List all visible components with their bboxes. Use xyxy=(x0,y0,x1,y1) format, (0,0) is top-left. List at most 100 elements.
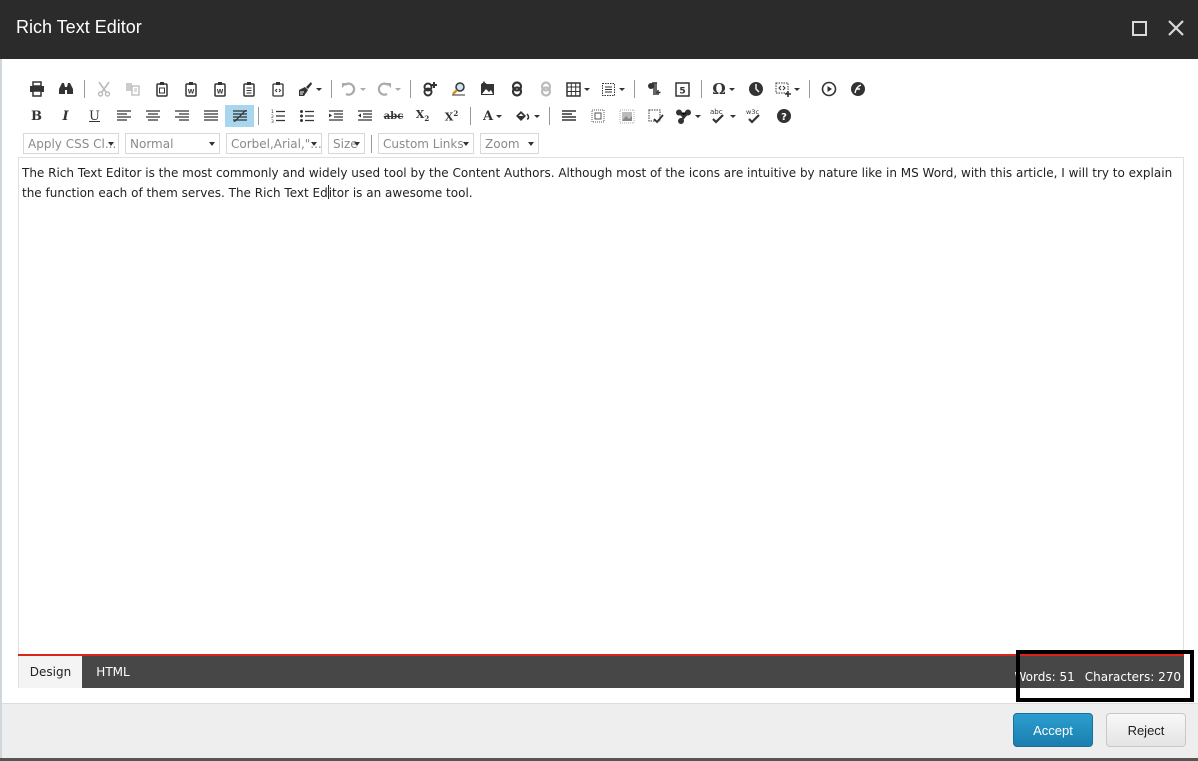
subscript-button[interactable]: X2 xyxy=(408,105,437,127)
reject-button[interactable]: Reject xyxy=(1106,713,1186,747)
play-icon xyxy=(821,81,836,97)
paste-from-word-button[interactable]: W xyxy=(176,78,205,100)
strikethrough-button[interactable]: abc xyxy=(379,105,408,127)
remove-alignment-button[interactable] xyxy=(225,105,254,127)
insert-paragraph-button[interactable] xyxy=(639,78,668,100)
cut-button[interactable] xyxy=(89,78,118,100)
chevron-down-icon xyxy=(618,87,625,91)
back-color-button[interactable] xyxy=(510,105,545,127)
separator xyxy=(258,107,259,125)
css-class-dropdown[interactable]: Apply CSS Cl... xyxy=(23,133,119,154)
close-icon[interactable] xyxy=(1166,18,1186,38)
insert-link-button[interactable] xyxy=(415,78,444,100)
dialog-titlebar: Rich Text Editor xyxy=(0,0,1198,59)
hyperlink-manager-button[interactable] xyxy=(502,78,531,100)
editor-content-area[interactable]: The Rich Text Editor is the most commonl… xyxy=(18,157,1184,654)
separator xyxy=(84,80,85,98)
indent-button[interactable] xyxy=(321,105,350,127)
superscript-button[interactable]: X2 xyxy=(437,105,466,127)
underline-icon: U xyxy=(89,108,100,124)
bold-button[interactable]: B xyxy=(22,105,51,127)
separator xyxy=(701,80,702,98)
outdent-icon xyxy=(357,110,372,121)
print-button[interactable] xyxy=(22,78,51,100)
spellcheck-button[interactable]: abc xyxy=(705,105,740,127)
font-name-dropdown[interactable]: Corbel,Arial,"... xyxy=(226,133,322,154)
separator xyxy=(410,80,411,98)
align-right-button[interactable] xyxy=(167,105,196,127)
ordered-list-icon: 123 xyxy=(271,109,285,123)
strikethrough-icon: abc xyxy=(383,110,404,122)
format-dropdowns: Apply CSS Cl... Normal Corbel,Arial,"...… xyxy=(23,133,545,154)
italic-button[interactable]: I xyxy=(51,105,80,127)
html5-elements-button[interactable]: 5 xyxy=(668,78,697,100)
paragraph-style-button[interactable] xyxy=(554,105,583,127)
insert-flash-button[interactable] xyxy=(843,78,872,100)
toggle-table-border-button[interactable] xyxy=(583,105,612,127)
align-left-button[interactable] xyxy=(109,105,138,127)
copy-button[interactable] xyxy=(118,78,147,100)
editor-text-after-caret: itor is an awesome tool. xyxy=(328,186,473,200)
insert-media-button[interactable] xyxy=(814,78,843,100)
chevron-down-icon xyxy=(395,87,401,91)
maximize-icon[interactable] xyxy=(1132,21,1147,36)
font-size-dropdown[interactable]: Size xyxy=(328,133,365,154)
format-stripper-button[interactable] xyxy=(292,78,327,100)
binoculars-icon xyxy=(58,83,73,94)
align-center-button[interactable] xyxy=(138,105,167,127)
insert-symbol-button[interactable]: Ω xyxy=(706,78,741,100)
paste-button[interactable] xyxy=(147,78,176,100)
paste-as-html-button[interactable] xyxy=(263,78,292,100)
paste-from-word-clean-button[interactable]: W xyxy=(205,78,234,100)
custom-links-dropdown[interactable]: Custom Links xyxy=(378,133,474,154)
track-changes-button[interactable] xyxy=(641,105,670,127)
insert-date-button[interactable] xyxy=(741,78,770,100)
find-replace-button[interactable] xyxy=(51,78,80,100)
insert-snippet-button[interactable] xyxy=(595,78,630,100)
image-manager-button[interactable] xyxy=(473,78,502,100)
numbered-list-button[interactable]: 123 xyxy=(263,105,292,127)
remove-link-button[interactable] xyxy=(531,78,560,100)
editor-text-before-caret: The Rich Text Editor is the most commonl… xyxy=(22,166,1173,200)
underline-button[interactable]: U xyxy=(80,105,109,127)
font-name-value: Corbel,Arial,"... xyxy=(231,136,322,151)
redo-button[interactable] xyxy=(371,78,406,100)
zoom-value: Zoom xyxy=(485,136,520,151)
zoom-dropdown[interactable]: Zoom xyxy=(480,133,539,154)
clock-icon xyxy=(748,82,763,96)
link-add-icon xyxy=(423,82,437,97)
separator xyxy=(331,80,332,98)
image-map-button[interactable] xyxy=(612,105,641,127)
justify-button[interactable] xyxy=(196,105,225,127)
separator xyxy=(371,134,372,153)
chevron-down-icon xyxy=(583,87,590,91)
tab-html[interactable]: HTML xyxy=(82,656,144,688)
code-add-icon xyxy=(775,82,791,97)
help-button[interactable]: ? xyxy=(769,105,798,127)
word-count: Words: 51 xyxy=(1014,670,1075,684)
chevron-down-icon xyxy=(528,142,534,146)
justify-icon xyxy=(203,110,218,121)
xhtml-validator-button[interactable]: w3c xyxy=(740,105,769,127)
css-class-value: Apply CSS Cl... xyxy=(28,136,117,151)
separator xyxy=(809,80,810,98)
dialog-title: Rich Text Editor xyxy=(16,17,142,37)
modules-button[interactable] xyxy=(670,105,705,127)
accept-button[interactable]: Accept xyxy=(1013,713,1093,747)
bulleted-list-button[interactable] xyxy=(292,105,321,127)
paragraph-format-dropdown[interactable]: Normal xyxy=(125,133,220,154)
outdent-button[interactable] xyxy=(350,105,379,127)
chevron-down-icon xyxy=(209,142,215,146)
insert-code-button[interactable] xyxy=(770,78,805,100)
undo-button[interactable] xyxy=(336,78,371,100)
insert-table-button[interactable] xyxy=(560,78,595,100)
link-manager-button[interactable] xyxy=(444,78,473,100)
clipboard-icon xyxy=(155,82,168,97)
bold-icon: B xyxy=(31,108,42,124)
tab-design[interactable]: Design xyxy=(18,656,82,688)
paste-plain-text-button[interactable] xyxy=(234,78,263,100)
fore-color-button[interactable]: A xyxy=(475,105,510,127)
svg-text:W: W xyxy=(187,89,194,96)
svg-text:5: 5 xyxy=(679,86,685,96)
spellcheck-icon: abc xyxy=(710,108,724,124)
